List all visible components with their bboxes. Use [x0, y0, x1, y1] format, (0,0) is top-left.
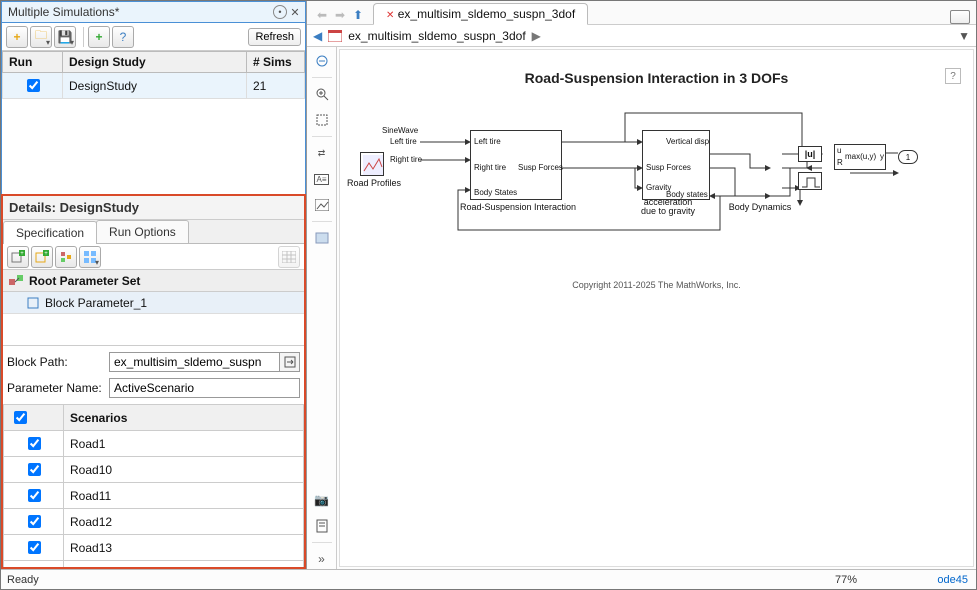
nav-back-icon[interactable]: ⬅	[313, 6, 331, 24]
add-study-button[interactable]: +	[88, 26, 110, 48]
sinewave-label: SineWave	[382, 126, 418, 135]
panel-titlebar[interactable]: Multiple Simulations* • ✕	[1, 1, 306, 23]
table-row[interactable]: Road14	[4, 561, 304, 568]
tab-run-options[interactable]: Run Options	[96, 220, 189, 243]
scen-check[interactable]	[28, 515, 41, 528]
body-dyn-label: Body Dynamics	[720, 202, 800, 212]
table-row[interactable]: Road13	[4, 535, 304, 561]
breadcrumb: ◀ ex_multisim_sldemo_suspn_3dof ▶ ▼	[307, 25, 976, 47]
open-button[interactable]: 🗀	[30, 26, 52, 48]
design-study-table: Run Design Study # Sims DesignStudy 21	[2, 51, 305, 99]
diagram-title: Road-Suspension Interaction in 3 DOFs	[340, 70, 973, 86]
model-tab[interactable]: ✕ ex_multisim_sldemo_suspn_3dof	[373, 3, 588, 25]
copyright-text: Copyright 2011-2025 The MathWorks, Inc.	[340, 280, 973, 290]
scenarios-table: Scenarios Road1 Road10 Road11 Road12 Roa…	[3, 404, 304, 567]
table-row[interactable]: Road11	[4, 483, 304, 509]
new-button[interactable]: +	[6, 26, 28, 48]
scen-check-all[interactable]	[14, 411, 27, 424]
scen-header[interactable]: Scenarios	[64, 405, 304, 431]
table-row[interactable]: Road10	[4, 457, 304, 483]
col-run[interactable]: Run	[3, 52, 63, 73]
block-path-label: Block Path:	[7, 355, 109, 369]
save-button[interactable]: 💾	[54, 26, 76, 48]
screenshot-button[interactable]: 📷	[312, 490, 332, 510]
status-solver[interactable]: ode45	[896, 574, 976, 586]
add-var-button[interactable]: +	[31, 246, 53, 268]
svg-text:+: +	[44, 251, 48, 257]
model-tabstrip: ⬅ ➡ ⬆ ✕ ex_multisim_sldemo_suspn_3dof	[307, 1, 976, 25]
outport-block[interactable]: 1	[898, 150, 918, 164]
scen-check[interactable]	[28, 489, 41, 502]
struct-button[interactable]	[55, 246, 77, 268]
help-button[interactable]: ?	[112, 26, 134, 48]
col-design[interactable]: Design Study	[63, 52, 247, 73]
nav-fwd-icon[interactable]: ➡	[331, 6, 349, 24]
hide-panel-icon[interactable]: ◀	[313, 29, 322, 43]
abs-block[interactable]: |u|	[798, 146, 822, 162]
inout-button[interactable]: ⇄	[312, 143, 332, 163]
root-param-set[interactable]: Root Parameter Set	[3, 270, 304, 292]
status-ready: Ready	[1, 574, 796, 586]
add-param-button[interactable]: +	[7, 246, 29, 268]
table-row[interactable]: Road12	[4, 509, 304, 535]
area-button[interactable]	[312, 228, 332, 248]
model-icon	[328, 30, 342, 42]
svg-text:+: +	[20, 251, 24, 257]
keyboard-icon[interactable]	[950, 10, 970, 24]
panel-title: Multiple Simulations*	[8, 5, 273, 19]
image-button[interactable]	[312, 195, 332, 215]
nav-up-icon[interactable]: ⬆	[349, 6, 367, 24]
run-checkbox[interactable]	[27, 79, 40, 92]
expand-button[interactable]: »	[312, 549, 332, 569]
help-icon[interactable]: ?	[945, 68, 961, 84]
fit-button[interactable]	[312, 110, 332, 130]
refresh-button[interactable]: Refresh	[248, 28, 301, 46]
status-zoom[interactable]: 77%	[796, 574, 896, 586]
breadcrumb-dropdown-icon[interactable]: ▼	[958, 29, 970, 43]
details-panel: Details: DesignStudy Specification Run O…	[1, 194, 306, 569]
scen-check[interactable]	[28, 541, 41, 554]
block-parameter-item[interactable]: Block Parameter_1	[3, 292, 304, 314]
close-icon[interactable]: ✕	[287, 4, 303, 20]
browse-block-button[interactable]	[280, 352, 300, 372]
breadcrumb-text[interactable]: ex_multisim_sldemo_suspn_3dof	[348, 29, 525, 43]
road-susp-label: Road-Suspension Interaction	[448, 202, 588, 212]
param-name-input[interactable]	[109, 378, 300, 398]
gravity-label: acceleration due to gravity	[638, 198, 698, 216]
explorer-button[interactable]	[312, 51, 332, 71]
multiple-simulations-panel: Multiple Simulations* • ✕ + 🗀 💾 + ? Refr…	[1, 1, 307, 569]
model-editor: ⬅ ➡ ⬆ ✕ ex_multisim_sldemo_suspn_3dof ◀ …	[307, 1, 976, 569]
road-profiles-label: Road Profiles	[344, 178, 404, 188]
model-canvas[interactable]: Road-Suspension Interaction in 3 DOFs ? …	[339, 49, 974, 567]
details-title: Details: DesignStudy	[3, 196, 304, 220]
scen-check[interactable]	[28, 437, 41, 450]
param-name-label: Parameter Name:	[7, 381, 109, 395]
table-row[interactable]: DesignStudy 21	[3, 73, 305, 99]
table-row[interactable]: Road1	[4, 431, 304, 457]
col-sims[interactable]: # Sims	[247, 52, 305, 73]
pin-icon[interactable]: •	[273, 5, 287, 19]
scope-block[interactable]	[798, 172, 822, 190]
details-toolbar: + +	[3, 244, 304, 270]
params-icon	[9, 274, 23, 288]
report-button[interactable]	[312, 516, 332, 536]
table-view-button[interactable]	[278, 246, 300, 268]
block-icon	[27, 297, 39, 309]
tab-specification[interactable]: Specification	[3, 221, 97, 244]
sims-count: 21	[247, 73, 305, 99]
status-bar: Ready 77% ode45	[1, 569, 976, 589]
sim-toolbar: + 🗀 💾 + ? Refresh	[2, 23, 305, 51]
block-path-input[interactable]	[109, 352, 280, 372]
annotation-button[interactable]: A≡	[312, 169, 332, 189]
scen-check[interactable]	[28, 463, 41, 476]
view-button[interactable]	[79, 246, 101, 268]
scenarios-table-wrap[interactable]: Scenarios Road1 Road10 Road11 Road12 Roa…	[3, 404, 304, 567]
road-profiles-block[interactable]	[360, 152, 384, 176]
zoom-in-button[interactable]	[312, 84, 332, 104]
canvas-palette: ⇄ A≡ 📷 »	[307, 47, 337, 569]
design-name: DesignStudy	[63, 73, 247, 99]
